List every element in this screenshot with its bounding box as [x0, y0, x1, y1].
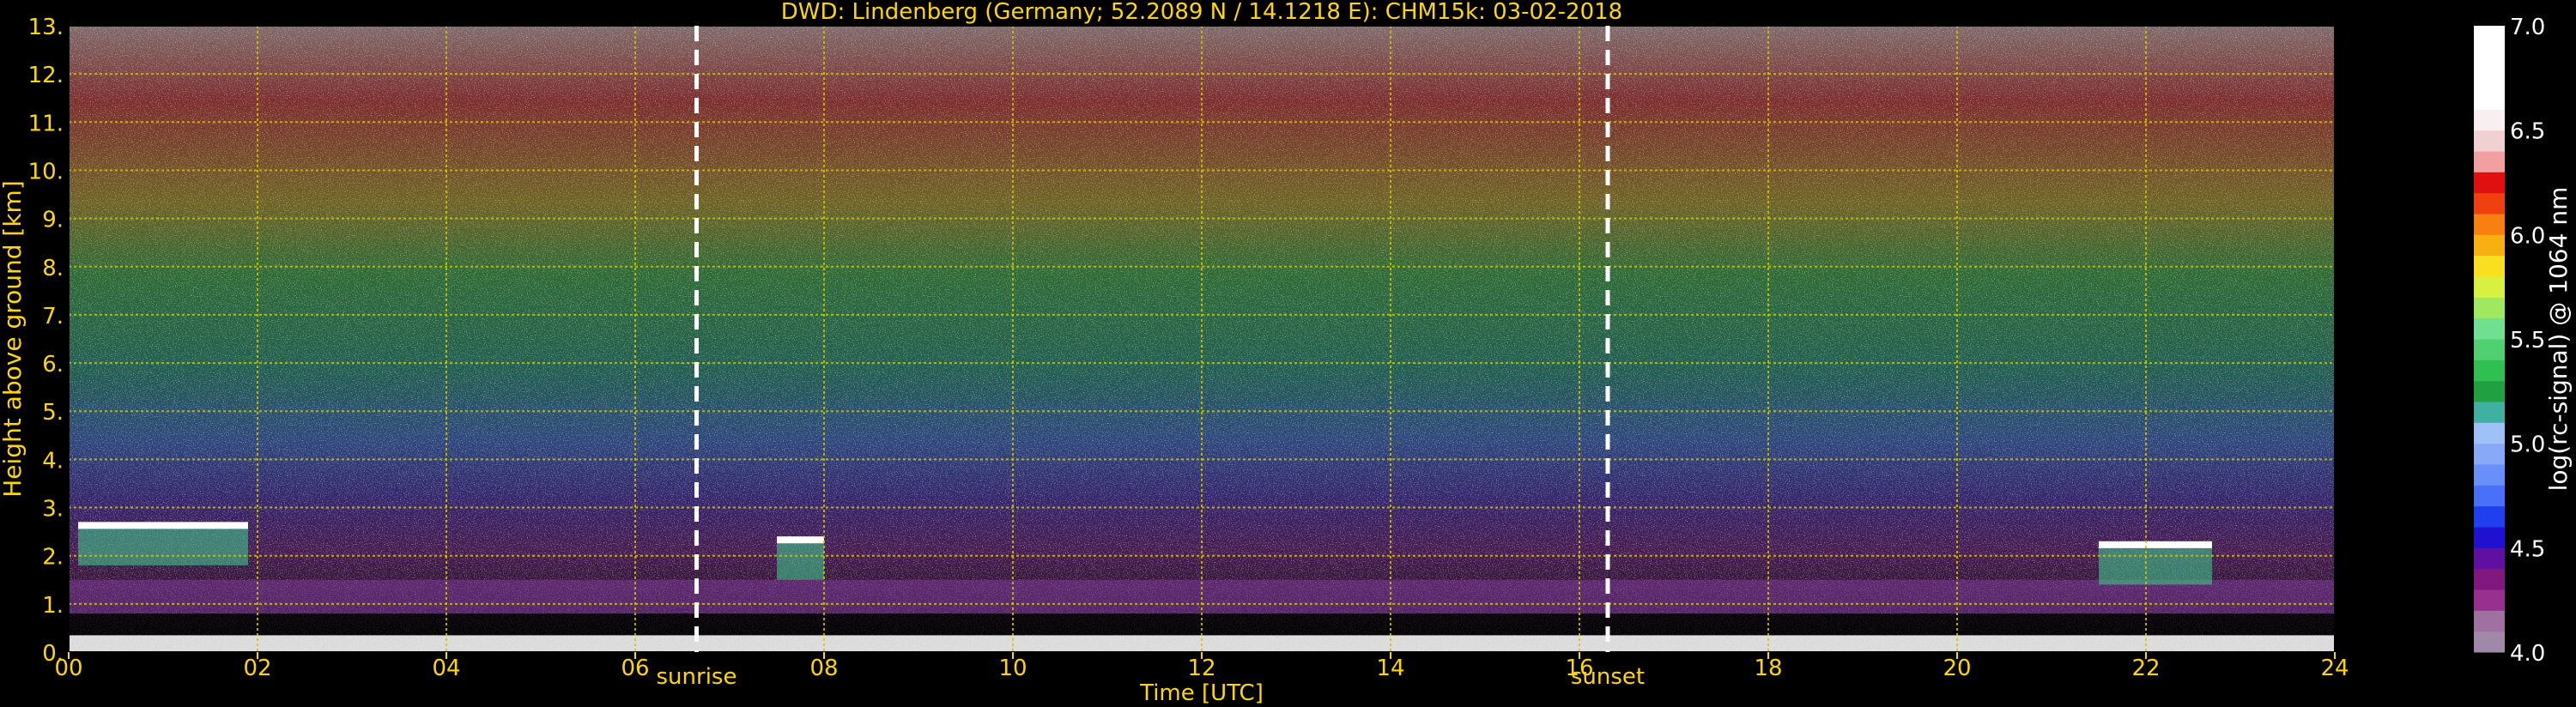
colorbar-swatch-0: [2474, 631, 2505, 653]
colorbar: [2474, 26, 2505, 653]
colorbar-swatch-2: [2474, 589, 2505, 611]
colorbar-tick-2: 5.0: [2510, 432, 2545, 458]
marker-label-sunrise: sunrise: [657, 664, 737, 690]
colorbar-tick-1: 4.5: [2510, 536, 2545, 562]
y-tick-labels: 0. 1. 2. 3. 4. 5. 6. 7. 8. 9. 10. 11. 12. 13.: [28, 15, 64, 667]
ceilometer-chart: sunrise sunset 00 02 04 06 08 10 12 14 16 18 20 22 24…: [0, 0, 2573, 706]
cloud-top-1: [2099, 541, 2212, 548]
colorbar-swatch-25: [2474, 109, 2505, 131]
colorbar-swatch-14: [2474, 339, 2505, 360]
colorbar-swatch-10: [2474, 422, 2505, 444]
x-tick-8: 16: [1565, 656, 1593, 681]
colorbar-swatch-21: [2474, 192, 2505, 215]
y-tick-1: 1.: [42, 593, 64, 619]
x-tick-4: 08: [809, 656, 838, 681]
colorbar-swatch-17: [2474, 276, 2505, 298]
y-tick-10: 10.: [28, 159, 64, 184]
colorbar-swatch-3: [2474, 568, 2505, 590]
x-tick-7: 14: [1376, 656, 1404, 681]
colorbar-tick-labels: 4.0 4.5 5.0 5.5 6.0 6.5 7.0: [2510, 15, 2545, 667]
colorbar-swatch-7: [2474, 485, 2505, 507]
y-tick-0: 0.: [42, 641, 64, 667]
colorbar-swatch-19: [2474, 234, 2505, 257]
colorbar-swatch-29: [2474, 26, 2505, 47]
colorbar-label: log(rc-signal) @ 1064 nm: [2544, 187, 2573, 492]
y-tick-9: 9.: [42, 208, 64, 233]
y-tick-13: 13.: [28, 15, 64, 40]
x-tick-11: 22: [2131, 656, 2160, 681]
colorbar-swatch-15: [2474, 317, 2505, 340]
x-tick-6: 12: [1187, 656, 1215, 681]
colorbar-swatch-9: [2474, 443, 2505, 465]
y-tick-3: 3.: [42, 497, 64, 523]
x-tick-12: 24: [2320, 656, 2349, 681]
y-tick-4: 4.: [42, 448, 64, 474]
colorbar-swatch-18: [2474, 255, 2505, 277]
y-axis-label: Height above ground [km]: [0, 180, 27, 498]
colorbar-swatch-4: [2474, 547, 2505, 570]
y-tick-2: 2.: [42, 545, 64, 571]
colorbar-swatch-16: [2474, 297, 2505, 319]
colorbar-swatch-12: [2474, 380, 2505, 402]
colorbar-swatch-20: [2474, 214, 2505, 235]
colorbar-tick-4: 6.0: [2510, 223, 2545, 249]
colorbar-swatch-22: [2474, 172, 2505, 194]
colorbar-swatch-26: [2474, 88, 2505, 110]
colorbar-swatch-13: [2474, 360, 2505, 382]
colorbar-swatch-23: [2474, 151, 2505, 172]
colorbar-tick-6: 7.0: [2510, 15, 2545, 40]
colorbar-tick-0: 4.0: [2510, 641, 2545, 667]
y-tick-11: 11.: [28, 111, 64, 136]
colorbar-tick-3: 5.5: [2510, 328, 2545, 354]
x-tick-5: 10: [998, 656, 1027, 681]
x-tick-3: 06: [621, 656, 649, 681]
y-tick-6: 6.: [42, 352, 64, 378]
x-tick-2: 04: [432, 656, 460, 681]
x-tick-1: 02: [243, 656, 271, 681]
colorbar-swatch-6: [2474, 505, 2505, 528]
colorbar-tick-5: 6.5: [2510, 119, 2545, 145]
y-tick-8: 8.: [42, 256, 64, 281]
x-tick-10: 20: [1943, 656, 1971, 681]
y-tick-12: 12.: [28, 63, 64, 88]
x-tick-9: 18: [1754, 656, 1782, 681]
colorbar-swatch-24: [2474, 130, 2505, 152]
x-axis-label: Time [UTC]: [1139, 680, 1264, 706]
colorbar-swatch-5: [2474, 527, 2505, 548]
colorbar-swatch-28: [2474, 46, 2505, 69]
colorbar-swatch-11: [2474, 402, 2505, 423]
x-tick-labels: 00 02 04 06 08 10 12 14 16 18 20 22 24: [54, 652, 2349, 681]
y-tick-5: 5.: [42, 400, 64, 426]
colorbar-swatch-8: [2474, 464, 2505, 486]
cloud-top-2: [777, 536, 824, 544]
cloud-top-0: [78, 522, 248, 529]
colorbar-swatch-1: [2474, 610, 2505, 632]
chart-title: DWD: Lindenberg (Germany; 52.2089 N / 14…: [781, 0, 1622, 25]
y-tick-7: 7.: [42, 304, 64, 329]
colorbar-swatch-27: [2474, 67, 2505, 89]
